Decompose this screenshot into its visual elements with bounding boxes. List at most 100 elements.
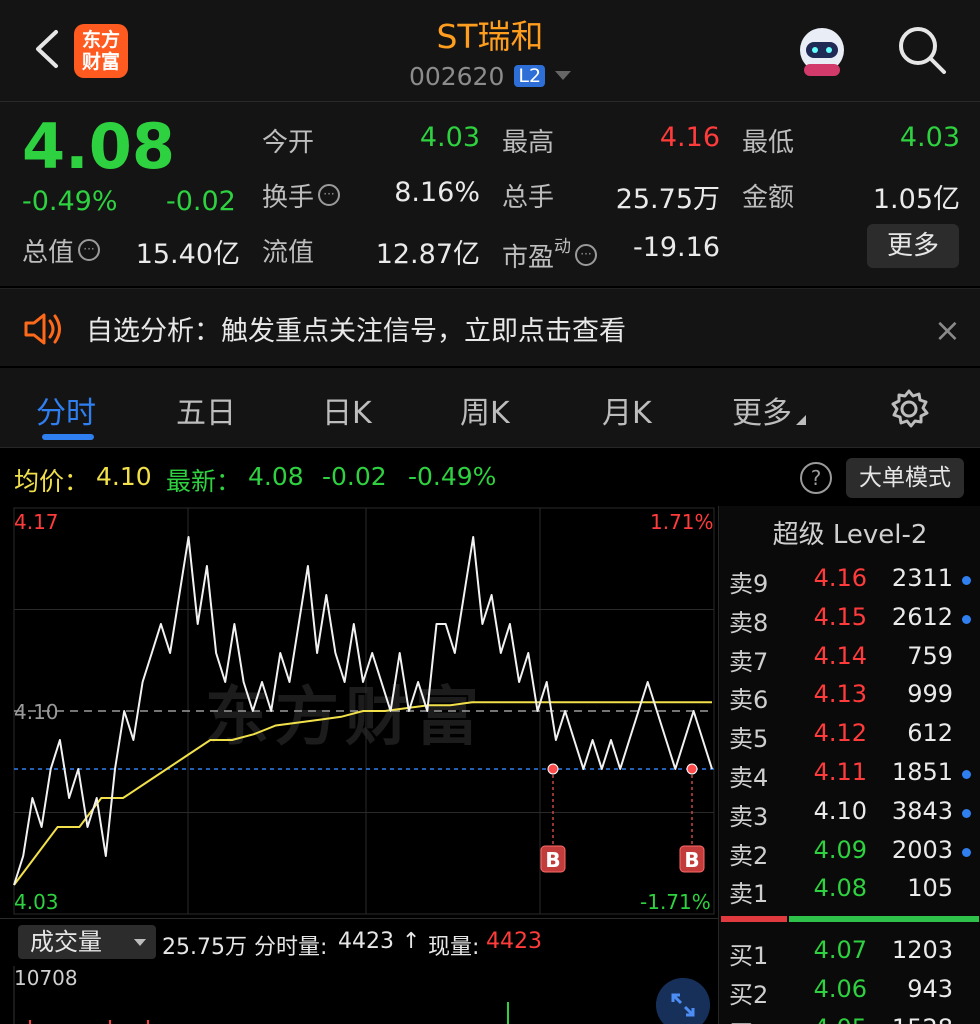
level2-order-book: 超级 Level-2 卖9 4.16 2311 卖8 4.15 2612 卖7 4.14 759… [718,506,980,1024]
buy-marker-label: B [684,848,699,872]
order-volume: 612 [907,719,953,748]
order-volume: 759 [907,641,953,670]
volume-chart: 10708 [0,966,718,1024]
info-icon[interactable]: ··· [575,244,598,266]
amount-label: 金额 [742,183,795,213]
order-book-row[interactable]: 卖3 4.10 3843 [719,793,980,831]
volume-value: 25.75万 [615,184,720,215]
order-book-row[interactable]: 买1 4.07 1203 [719,932,980,970]
order-book-row[interactable]: 卖9 4.16 2311 [719,560,980,598]
tab-monthly-k[interactable]: 月K [602,388,652,432]
order-price: 4.11 [813,758,867,786]
order-level-label: 卖8 [729,608,769,637]
latest-label: 最新： [166,467,242,496]
tab-daily-k[interactable]: 日K [322,388,372,432]
order-flag-dot [962,808,971,818]
open-value: 4.03 [419,122,480,153]
order-book-row[interactable]: 买2 4.06 943 [719,971,980,1009]
pe-label: 市盈动 ··· [502,232,598,274]
turnover-value: 8.16% [394,177,480,208]
low-value: 4.03 [899,122,960,153]
order-level-label: 卖9 [729,570,769,598]
expand-icon[interactable] [656,978,710,1024]
analysis-notice[interactable]: 自选分析：触发重点关注信号，立即点击查看 × [0,288,980,366]
top-bar: 东方 财富 ST瑞和 002620 L2 [0,0,980,102]
help-icon[interactable]: ? [800,462,832,494]
change-percent: -0.49% [22,186,118,217]
chevron-down-icon [134,939,146,946]
volume-total: 25.75万 [162,935,247,960]
bid-ask-ratio-bar [721,916,979,922]
order-level-label: 买3 [729,1014,768,1024]
gear-icon[interactable] [888,388,930,430]
order-price: 4.07 [813,936,867,964]
intraday-chart[interactable]: 东方财富 BB 4.17 4.10 4.03 1.71% -1.71% [0,506,718,918]
indicator-selector[interactable]: 成交量 [18,925,156,959]
search-icon[interactable] [894,22,950,78]
current-volume-value: 4423 [486,929,542,954]
order-book-row[interactable]: 卖6 4.13 999 [719,676,980,714]
order-flag-dot [962,847,971,857]
order-flag-dot [962,770,971,779]
order-volume: 105 [907,874,953,903]
current-volume-label: 现量: [428,935,480,960]
info-icon[interactable]: ··· [78,239,101,261]
volume-label: 总手 [502,183,555,213]
order-volume: 3843 [891,796,953,825]
more-quote-button[interactable]: 更多 [867,224,959,268]
robot-assistant-icon[interactable] [794,24,850,80]
tab-weekly-k[interactable]: 周K [460,388,510,432]
change-value: -0.02 [166,186,236,217]
current-price: 4.08 [22,110,175,183]
order-level-label: 卖1 [729,880,769,909]
latest-percent: -0.49% [408,462,497,491]
order-volume: 2003 [891,835,953,864]
level2-badge: L2 [514,65,546,87]
turnover-label: 换手 ··· [262,177,341,214]
average-price-bar: 均价： 4.10 最新： 4.08 -0.02 -0.49% [0,452,980,504]
tab-intraday[interactable]: 分时 [36,388,96,432]
interval-volume-label: 分时量: [254,935,328,960]
order-level-label: 卖2 [729,841,769,870]
intraday-chart-svg: BB [13,507,715,915]
up-arrow-icon: ↑ [402,929,421,954]
amount-value: 1.05亿 [872,184,960,215]
close-icon[interactable]: × [934,311,961,349]
pe-value: -19.16 [632,232,720,263]
order-book-row[interactable]: 卖1 4.08 105 [719,870,980,908]
average-series-line [13,701,712,886]
order-book-row[interactable]: 卖2 4.09 2003 [719,832,980,870]
order-book-row[interactable]: 买3 4.05 1528 [719,1010,980,1024]
low-label: 最低 [742,128,795,158]
buy-marker-label: B [545,848,560,872]
tab-more[interactable]: 更多 [732,388,806,432]
order-volume: 999 [907,680,953,709]
order-price: 4.05 [807,1014,867,1024]
open-label: 今开 [262,128,315,158]
chevron-down-icon [555,71,572,80]
order-volume: 1528 [875,1014,953,1024]
axis-mid-price: 4.10 [14,700,59,724]
order-volume: 943 [907,974,953,1003]
market-cap-value: 15.40亿 [135,239,240,270]
average-price-line [13,701,712,886]
caret-icon [796,415,806,425]
chart-period-tabs: 分时 五日 日K 周K 月K 更多 [0,368,980,448]
order-level-label: 卖4 [729,764,769,792]
high-value: 4.16 [659,122,720,153]
notice-text: 自选分析：触发重点关注信号，立即点击查看 [86,316,626,347]
order-price: 4.06 [813,974,867,1003]
tab-five-day[interactable]: 五日 [176,388,236,432]
order-level-label: 卖3 [729,802,769,831]
info-icon[interactable]: ··· [318,184,341,206]
big-order-mode-button[interactable]: 大单模式 [846,458,964,498]
level2-title: 超级 Level-2 [772,520,928,550]
order-book-row[interactable]: 卖8 4.15 2612 [719,599,980,637]
order-book-row[interactable]: 卖7 4.14 759 [719,638,980,676]
order-book-row[interactable]: 卖5 4.12 612 [719,715,980,753]
order-level-label: 卖6 [729,686,769,715]
stock-code: 002620 [408,62,505,91]
order-book-row[interactable]: 卖4 4.11 1851 [719,754,980,792]
order-flag-dot [962,614,971,624]
order-price: 4.12 [813,719,867,748]
